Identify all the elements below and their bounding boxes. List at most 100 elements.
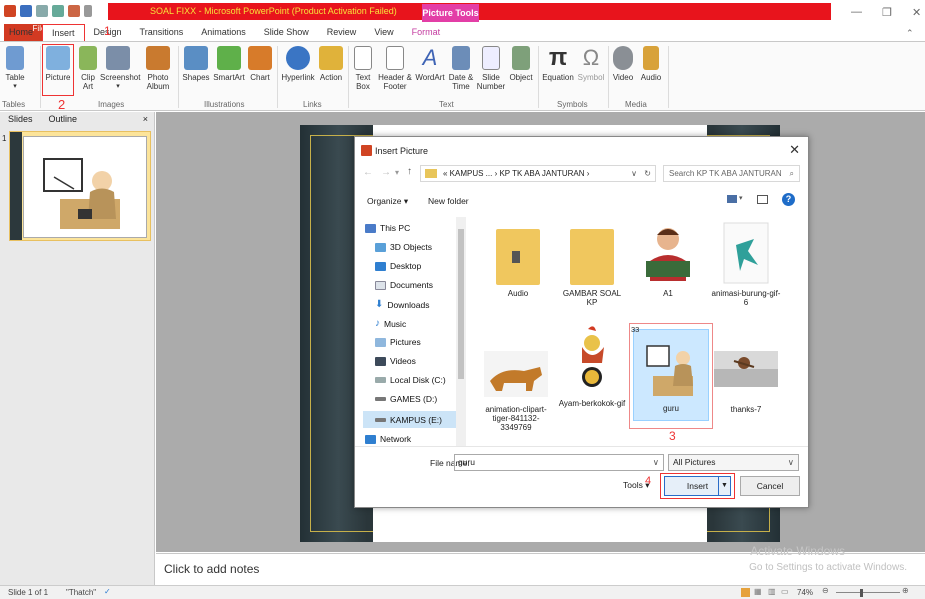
table-button[interactable]: Table ▾ <box>4 46 26 91</box>
nav-kampus-e[interactable]: KAMPUS (E:) <box>363 411 457 428</box>
symbol-button[interactable]: Ω Symbol <box>577 46 605 83</box>
undo-icon[interactable] <box>36 5 48 17</box>
file-name-input[interactable]: guru ∨ <box>454 454 664 471</box>
dialog-title: Insert Picture <box>375 146 429 156</box>
shapes-button[interactable]: Shapes <box>182 46 210 82</box>
nav-downloads[interactable]: ⬇ Downloads <box>375 299 429 310</box>
hyperlink-label: Hyperlink <box>281 73 315 82</box>
file-item[interactable]: Audio <box>483 221 553 298</box>
forward-arrow-icon[interactable]: → <box>381 167 391 178</box>
nav-games-d[interactable]: GAMES (D:) <box>375 394 437 404</box>
date-time-button[interactable]: Date & Time <box>447 46 475 91</box>
help-icon[interactable]: ? <box>782 193 795 206</box>
thumb-border <box>10 132 22 240</box>
slideshow-view-icon[interactable]: ▭ <box>781 587 789 596</box>
recent-dropdown-icon[interactable]: ▾ <box>395 168 399 177</box>
reading-view-icon[interactable]: ▥ <box>768 587 776 596</box>
preview-pane-icon[interactable] <box>757 195 768 204</box>
nav-music[interactable]: ♪ Music <box>375 318 406 329</box>
tab-home[interactable]: Home <box>0 24 42 41</box>
file-item[interactable]: Ayam-berkokok-gif <box>557 323 627 408</box>
smartart-button[interactable]: SmartArt <box>212 46 246 82</box>
tab-slides[interactable]: Slides <box>0 112 41 127</box>
zoom-slider-thumb[interactable] <box>860 589 863 597</box>
customize-qat-icon[interactable] <box>84 5 92 17</box>
zoom-level[interactable]: 74% <box>797 588 813 597</box>
zoom-in-icon[interactable]: ⊕ <box>902 586 909 595</box>
file-item[interactable]: thanks-7 <box>711 337 781 414</box>
wordart-button[interactable]: A WordArt <box>414 46 446 83</box>
tab-insert[interactable]: Insert <box>42 24 85 42</box>
slideshow-qat-icon[interactable] <box>68 5 80 17</box>
redo-icon[interactable] <box>52 5 64 17</box>
nav-3d-objects[interactable]: 3D Objects <box>375 242 432 252</box>
save-icon[interactable] <box>20 5 32 17</box>
equation-button[interactable]: π Equation <box>540 46 576 83</box>
nav-pictures[interactable]: Pictures <box>375 337 421 347</box>
normal-view-icon[interactable] <box>741 588 750 597</box>
screenshot-button[interactable]: Screenshot ▾ <box>100 46 140 91</box>
nav-documents[interactable]: Documents <box>375 280 433 290</box>
text-box-button[interactable]: Text Box <box>352 46 374 91</box>
action-button[interactable]: Action <box>318 46 344 82</box>
restore-icon[interactable]: ❐ <box>882 6 892 19</box>
zoom-slider[interactable] <box>836 592 900 593</box>
tab-transitions[interactable]: Transitions <box>131 24 193 41</box>
zoom-out-icon[interactable]: ⊖ <box>822 586 829 595</box>
nav-videos[interactable]: Videos <box>375 356 416 366</box>
nav-label: Music <box>384 318 407 329</box>
new-folder-button[interactable]: New folder <box>428 196 469 206</box>
search-input[interactable]: Search KP TK ABA JANTURAN ⌕ <box>663 165 800 182</box>
file-type-filter[interactable]: All Pictures ∨ <box>668 454 799 471</box>
photo-album-button[interactable]: Photo Album <box>141 46 175 91</box>
header-footer-button[interactable]: Header & Footer <box>378 46 412 91</box>
nav-desktop[interactable]: Desktop <box>375 261 421 271</box>
file-item[interactable]: animation-clipart-tiger-841132-3349769 <box>477 337 555 432</box>
file-name-value: guru <box>458 457 476 467</box>
hyperlink-button[interactable]: Hyperlink <box>280 46 316 82</box>
address-bar[interactable]: « KAMPUS ... › KP TK ABA JANTURAN › ∨ ↻ <box>420 165 656 182</box>
group-images-label: Images <box>98 100 125 109</box>
clip-art-button[interactable]: Clip Art <box>77 46 99 91</box>
chevron-down-icon[interactable]: ▾ <box>739 194 743 202</box>
nav-this-pc[interactable]: This PC <box>365 223 410 233</box>
nav-label: Videos <box>390 356 416 366</box>
close-window-icon[interactable]: ✕ <box>912 6 921 19</box>
nav-network[interactable]: Network <box>365 434 411 444</box>
tab-slide-show[interactable]: Slide Show <box>255 24 318 41</box>
tab-format[interactable]: Format <box>403 24 450 41</box>
minimize-icon[interactable]: — <box>851 6 862 18</box>
tab-animations[interactable]: Animations <box>192 24 255 41</box>
refresh-icon[interactable]: ↻ <box>644 166 651 181</box>
drive-icon <box>375 417 386 422</box>
scrollbar-thumb[interactable] <box>458 229 464 379</box>
chevron-down-icon[interactable]: ∨ <box>631 166 637 181</box>
back-arrow-icon[interactable]: ← <box>363 167 373 178</box>
chevron-down-icon[interactable]: ∨ <box>653 455 659 470</box>
collapse-ribbon-icon[interactable]: ⌃ <box>906 28 914 39</box>
slides-pane-tabs: Slides Outline × <box>0 112 154 127</box>
tab-view[interactable]: View <box>365 24 402 41</box>
object-button[interactable]: Object <box>507 46 535 82</box>
notes-pane[interactable]: Click to add notes Activate Windows Go t… <box>156 544 925 585</box>
slide-number-button[interactable]: Slide Number <box>476 46 506 91</box>
chart-button[interactable]: Chart <box>247 46 273 82</box>
video-button[interactable]: Video <box>611 46 635 82</box>
close-icon[interactable]: ✕ <box>789 142 800 158</box>
nav-scrollbar[interactable] <box>456 217 466 446</box>
audio-button[interactable]: Audio <box>639 46 663 82</box>
file-item[interactable]: A1 <box>633 221 703 298</box>
file-item[interactable]: animasi-burung-gif-6 <box>711 221 781 307</box>
nav-local-disk-c[interactable]: Local Disk (C:) <box>375 375 446 385</box>
tab-outline[interactable]: Outline <box>41 112 86 127</box>
close-pane-icon[interactable]: × <box>135 112 154 127</box>
up-arrow-icon[interactable]: ↑ <box>407 166 412 177</box>
view-options-icon[interactable] <box>727 195 737 203</box>
organize-button[interactable]: Organize ▾ <box>367 196 408 207</box>
slide-sorter-icon[interactable]: ▦ <box>754 587 762 596</box>
cancel-button[interactable]: Cancel <box>740 476 800 496</box>
slide-thumbnail[interactable] <box>9 131 151 241</box>
file-item[interactable]: GAMBAR SOAL KP <box>557 221 627 307</box>
spelling-check-icon[interactable]: ✓ <box>104 587 111 596</box>
tab-review[interactable]: Review <box>318 24 366 41</box>
